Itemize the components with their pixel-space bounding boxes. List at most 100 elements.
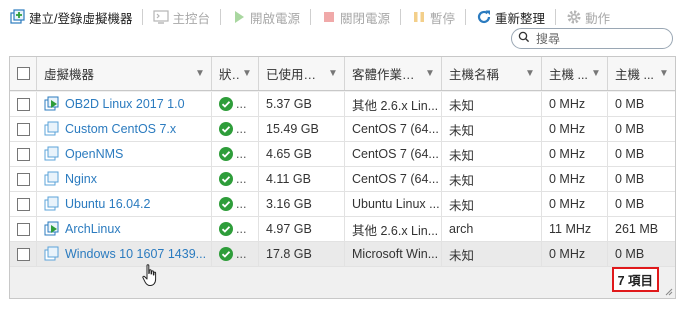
chevron-down-icon[interactable]: ▼ (326, 68, 340, 79)
suspend-button[interactable]: 暫停 (407, 5, 459, 29)
status-ok-icon (219, 97, 233, 111)
vm-name-link[interactable]: Ubuntu 16.04.2 (65, 197, 151, 211)
chevron-down-icon[interactable]: ▼ (240, 68, 254, 79)
status-cell: ... (212, 167, 259, 191)
vm-name-cell[interactable]: Custom CentOS 7.x (37, 117, 212, 141)
console-button[interactable]: 主控台 (149, 5, 214, 29)
vm-icon (44, 171, 60, 187)
host-name-cell: 未知 (442, 117, 542, 141)
host-name-cell: 未知 (442, 142, 542, 166)
vm-name-link[interactable]: ArchLinux (65, 222, 121, 236)
search-input[interactable] (534, 30, 664, 47)
status-text: ... (236, 172, 247, 186)
status-text: ... (236, 222, 247, 236)
grid-header: 虛擬機器 ▼ 狀 ... ▼ 已使用空間 ▼ 客體作業系統 ▼ 主機名稱 ▼ 主… (10, 57, 675, 91)
item-count-badge: 7 項目 (611, 267, 659, 292)
table-row[interactable]: OB2D Linux 2017 1.0 ... 5.37 GB 其他 2.6.x… (10, 92, 675, 117)
host-mem-value: 0 MB (615, 147, 645, 161)
toolbar-divider (220, 9, 221, 25)
status-ok-icon (219, 197, 233, 211)
column-header-host-mem[interactable]: 主機 ... ▼ (608, 57, 675, 90)
chevron-down-icon[interactable]: ▼ (523, 68, 537, 79)
host-name-value: 未知 (449, 248, 475, 263)
host-cpu-cell: 0 MHz (542, 242, 608, 266)
vm-name-link[interactable]: Custom CentOS 7.x (65, 122, 176, 136)
vm-name-cell[interactable]: ArchLinux (37, 217, 212, 241)
host-mem-cell: 0 MB (608, 192, 675, 216)
guest-os-value: Microsoft Win... (352, 247, 439, 261)
refresh-label: 重新整理 (495, 11, 546, 26)
host-name-cell: 未知 (442, 167, 542, 191)
vm-name-cell[interactable]: Ubuntu 16.04.2 (37, 192, 212, 216)
chevron-down-icon[interactable]: ▼ (423, 68, 437, 79)
guest-os-cell: CentOS 7 (64... (345, 167, 442, 191)
vm-name-cell[interactable]: Windows 10 1607 1439... (37, 242, 212, 266)
power-off-button[interactable]: 關閉電源 (317, 5, 394, 29)
row-checkbox[interactable] (16, 122, 30, 136)
row-checkbox[interactable] (16, 147, 30, 161)
column-header-host-name[interactable]: 主機名稱 ▼ (442, 57, 542, 90)
row-checkbox[interactable] (16, 222, 30, 236)
search-box[interactable] (511, 28, 673, 49)
table-row[interactable]: OpenNMS ... 4.65 GB CentOS 7 (64... 未知 0… (10, 142, 675, 167)
row-checkbox[interactable] (16, 172, 30, 186)
column-header-guest-os[interactable]: 客體作業系統 ▼ (345, 57, 442, 90)
host-mem-cell: 0 MB (608, 92, 675, 116)
column-header-used-space[interactable]: 已使用空間 ▼ (259, 57, 345, 90)
vm-powered-on-icon (44, 221, 60, 237)
vm-icon (44, 246, 60, 262)
power-on-button[interactable]: 開啟電源 (227, 5, 304, 29)
vm-name-link[interactable]: Windows 10 1607 1439... (65, 247, 206, 261)
host-name-cell: 未知 (442, 242, 542, 266)
actions-button[interactable]: 動作 (562, 5, 614, 29)
row-checkbox-cell (10, 92, 37, 116)
vm-name-cell[interactable]: OpenNMS (37, 142, 212, 166)
chevron-down-icon[interactable]: ▼ (193, 68, 207, 79)
table-row[interactable]: Custom CentOS 7.x ... 15.49 GB CentOS 7 … (10, 117, 675, 142)
grid-rows: OB2D Linux 2017 1.0 ... 5.37 GB 其他 2.6.x… (10, 92, 675, 267)
column-header-host-cpu[interactable]: 主機 ... ▼ (542, 57, 608, 90)
column-header-name[interactable]: 虛擬機器 ▼ (37, 57, 212, 90)
vm-name-link[interactable]: OpenNMS (65, 147, 123, 161)
actions-label: 動作 (585, 11, 611, 26)
row-checkbox[interactable] (16, 97, 30, 111)
used-space-cell: 15.49 GB (259, 117, 345, 141)
vm-name-link[interactable]: Nginx (65, 172, 97, 186)
table-row[interactable]: ArchLinux ... 4.97 GB 其他 2.6.x Lin... ar… (10, 217, 675, 242)
create-register-vm-button[interactable]: 建立/登錄虛擬機器 (6, 5, 136, 29)
guest-os-cell: CentOS 7 (64... (345, 117, 442, 141)
table-row[interactable]: Windows 10 1607 1439... ... 17.8 GB Micr… (10, 242, 675, 267)
used-space-value: 5.37 GB (266, 97, 312, 111)
chevron-down-icon[interactable]: ▼ (657, 68, 671, 79)
status-ok-icon (219, 247, 233, 261)
console-label: 主控台 (172, 11, 210, 26)
host-mem-value: 0 MB (615, 172, 645, 186)
refresh-button[interactable]: 重新整理 (472, 5, 549, 29)
status-ok-icon (219, 122, 233, 136)
refresh-icon (476, 9, 492, 25)
table-row[interactable]: Ubuntu 16.04.2 ... 3.16 GB Ubuntu Linux … (10, 192, 675, 217)
vm-name-cell[interactable]: Nginx (37, 167, 212, 191)
status-ok-icon (219, 222, 233, 236)
status-text: ... (236, 122, 247, 136)
create-vm-icon (10, 9, 26, 25)
column-header-status[interactable]: 狀 ... ▼ (212, 57, 259, 90)
row-checkbox-cell (10, 192, 37, 216)
resize-grip-icon[interactable] (665, 288, 673, 296)
column-header-label: 主機 ... (615, 68, 654, 82)
select-all-checkbox[interactable] (16, 67, 30, 80)
row-checkbox-cell (10, 217, 37, 241)
table-row[interactable]: Nginx ... 4.11 GB CentOS 7 (64... 未知 0 M… (10, 167, 675, 192)
chevron-down-icon[interactable]: ▼ (589, 68, 603, 79)
status-ok-icon (219, 172, 233, 186)
row-checkbox[interactable] (16, 247, 30, 261)
host-name-value: 未知 (449, 173, 475, 188)
row-checkbox-cell (10, 167, 37, 191)
row-checkbox[interactable] (16, 197, 30, 211)
host-name-cell: arch (442, 217, 542, 241)
suspend-label: 暫停 (430, 11, 456, 26)
vm-name-cell[interactable]: OB2D Linux 2017 1.0 (37, 92, 212, 116)
vm-name-link[interactable]: OB2D Linux 2017 1.0 (65, 97, 185, 111)
used-space-cell: 4.97 GB (259, 217, 345, 241)
column-header-label: 狀 ... (219, 68, 240, 82)
